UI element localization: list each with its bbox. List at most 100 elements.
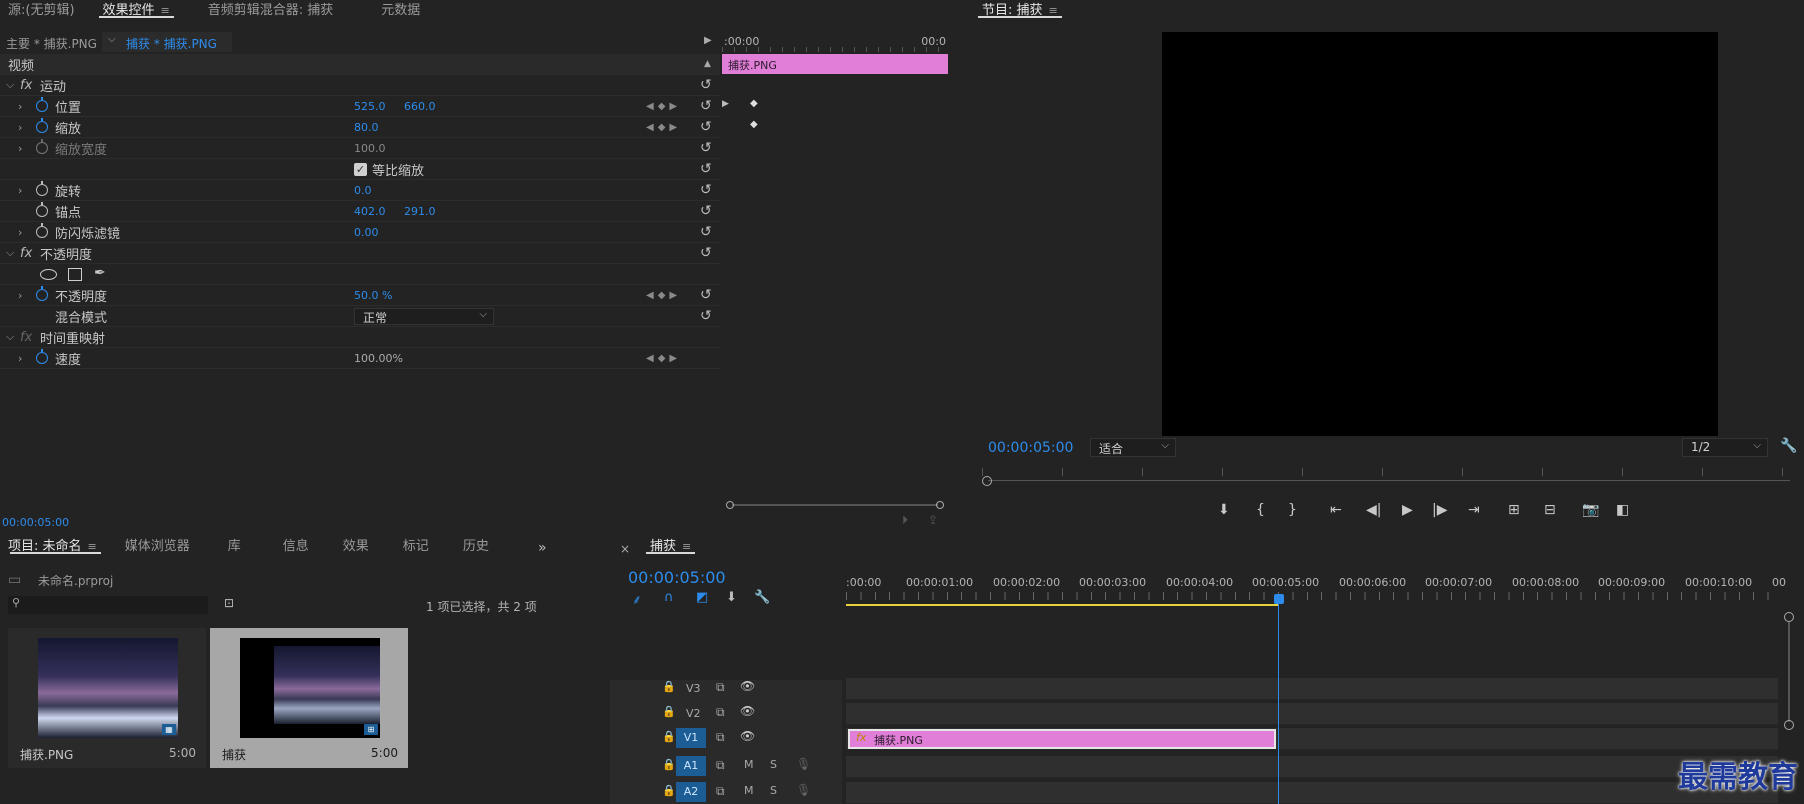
stopwatch-icon[interactable] — [36, 202, 48, 217]
keyframe-nav-icon[interactable]: ◀◆▶ — [646, 353, 681, 364]
ec-zoom-scrollbar[interactable] — [726, 501, 944, 509]
track-label-a1[interactable]: A1 — [676, 756, 706, 776]
scroll-handle-top[interactable] — [1784, 612, 1794, 622]
tab-effect-controls[interactable]: 效果控件 ≡ — [89, 0, 184, 28]
track-label-v1[interactable]: V1 — [676, 728, 706, 748]
reset-icon[interactable]: ↺ — [700, 77, 712, 93]
stopwatch-icon[interactable] — [36, 349, 48, 364]
stopwatch-icon[interactable] — [36, 118, 48, 133]
tab-effects[interactable]: 效果 — [329, 536, 383, 564]
sync-lock-icon[interactable]: ⧉ — [716, 784, 725, 799]
lift-icon[interactable]: ⊞ — [1508, 502, 1520, 518]
settings-wrench-icon[interactable]: 🔧 — [754, 590, 770, 605]
scroll-handle-bottom[interactable] — [1784, 720, 1794, 730]
active-clip-tab[interactable]: ⌵ 捕获 * 捕获.PNG — [102, 32, 232, 52]
lock-icon[interactable]: 🔒 — [662, 758, 676, 771]
chevron-right-icon[interactable]: › — [18, 121, 22, 134]
lock-icon[interactable]: 🔒 — [662, 680, 676, 693]
eye-icon[interactable]: 👁 — [740, 704, 755, 718]
reset-icon[interactable]: ↺ — [700, 224, 712, 240]
track-lane-v2[interactable] — [846, 703, 1778, 725]
lock-icon[interactable]: 🔒 — [662, 730, 676, 743]
fx-badge[interactable]: fx — [20, 246, 32, 261]
microphone-icon[interactable]: 🎙 — [796, 783, 811, 797]
timeline-ruler[interactable]: :00:00 00:00:01:00 00:00:02:00 00:00:03:… — [846, 564, 1786, 608]
tab-history[interactable]: 历史 — [449, 536, 489, 564]
track-lane-v3[interactable] — [846, 678, 1778, 700]
playhead-handle[interactable] — [1274, 594, 1284, 604]
zoom-handle-left[interactable] — [726, 501, 734, 509]
anchor-y-value[interactable]: 291.0 — [404, 205, 436, 218]
project-search-input[interactable]: ⚲ — [8, 596, 208, 614]
add-marker-icon[interactable]: ⬇ — [726, 590, 737, 605]
chevron-down-icon[interactable]: ⌵ — [6, 330, 14, 344]
keyframe-nav-icon[interactable]: ◀◆▶ — [646, 122, 681, 133]
chevron-right-icon[interactable]: › — [18, 184, 22, 197]
collapse-up-icon[interactable]: ▲ — [704, 59, 711, 69]
rotation-value[interactable]: 0.0 — [354, 184, 372, 197]
speed-value[interactable]: 100.00% — [354, 352, 403, 365]
comparison-view-icon[interactable]: ◧ — [1616, 502, 1629, 518]
track-label-v2[interactable]: V2 — [686, 707, 701, 720]
linked-selection-icon[interactable]: ◩ — [696, 590, 708, 605]
work-area-bar[interactable] — [846, 604, 1278, 606]
pen-mask-icon[interactable]: ✒ — [94, 265, 106, 281]
new-bin-from-search-icon[interactable]: ⊡ — [224, 596, 234, 610]
chevron-down-icon[interactable]: ⌵ — [6, 246, 14, 260]
track-label-v3[interactable]: V3 — [686, 682, 701, 695]
step-back-icon[interactable]: ◀| — [1366, 502, 1381, 518]
reset-icon[interactable]: ↺ — [700, 140, 712, 156]
opacity-section-row[interactable]: ⌵ fx 不透明度 ↺ — [0, 243, 720, 264]
program-timecode[interactable]: 00:00:05:00 — [988, 440, 1073, 456]
chevron-right-icon[interactable]: › — [18, 226, 22, 239]
chevron-right-icon[interactable]: › — [18, 352, 22, 365]
mute-button[interactable]: M — [744, 784, 754, 797]
timeline-title-tab[interactable]: 捕获 ≡ — [636, 536, 705, 564]
reset-icon[interactable]: ↺ — [700, 287, 712, 303]
mute-button[interactable]: M — [744, 758, 754, 771]
chevron-right-icon[interactable]: › — [18, 100, 22, 113]
sync-lock-icon[interactable]: ⧉ — [716, 758, 725, 773]
tab-markers[interactable]: 标记 — [389, 536, 443, 564]
reset-icon[interactable]: ↺ — [700, 119, 712, 135]
track-lane-a2[interactable] — [846, 782, 1778, 804]
tab-metadata[interactable]: 元数据 — [367, 0, 434, 28]
ec-clip-bar[interactable]: 捕获.PNG — [722, 54, 948, 74]
motion-section-row[interactable]: ⌵ fx 运动 ↺ — [0, 75, 720, 96]
program-video-frame[interactable] — [1162, 32, 1718, 436]
blend-mode-select[interactable]: 正常 ⌵ — [354, 308, 494, 325]
program-ruler[interactable] — [982, 466, 1790, 488]
fit-select[interactable]: 适合 ⌵ — [1090, 438, 1176, 457]
stopwatch-icon[interactable] — [36, 181, 48, 196]
anchor-x-value[interactable]: 402.0 — [354, 205, 386, 218]
tab-library[interactable]: 库 — [214, 536, 255, 564]
mark-out-icon[interactable]: } — [1288, 502, 1297, 518]
stopwatch-icon[interactable] — [36, 223, 48, 238]
eye-icon[interactable]: 👁 — [740, 729, 755, 743]
reset-icon[interactable]: ↺ — [700, 161, 712, 177]
chevron-down-icon[interactable]: ⌵ — [6, 78, 14, 92]
zoom-handle-right[interactable] — [936, 501, 944, 509]
project-item[interactable]: ⊞ 捕获 5:00 — [210, 628, 408, 768]
tab-media-browser[interactable]: 媒体浏览器 — [111, 536, 204, 564]
nest-sequence-icon[interactable]: ⸙ — [632, 590, 642, 608]
step-forward-icon[interactable]: |▶ — [1432, 502, 1447, 518]
master-clip-label[interactable]: 主要 * 捕获.PNG — [6, 35, 97, 52]
keyframe-diamond-icon[interactable]: ◆ — [750, 119, 758, 130]
export-frame-icon[interactable]: 📷 — [1582, 502, 1599, 518]
resolution-select[interactable]: 1/2 ⌵ — [1682, 438, 1768, 457]
time-remap-section-row[interactable]: ⌵ fx 时间重映射 — [0, 327, 720, 348]
tab-source[interactable]: 源:(无剪辑) — [0, 0, 89, 28]
extract-icon[interactable]: ⊟ — [1544, 502, 1556, 518]
track-lane-a1[interactable] — [846, 756, 1778, 778]
flicker-value[interactable]: 0.00 — [354, 226, 379, 239]
track-label-a2[interactable]: A2 — [676, 782, 706, 802]
position-x-value[interactable]: 525.0 — [354, 100, 386, 113]
keyframe-diamond-icon[interactable]: ◆ — [750, 98, 758, 109]
add-marker-icon[interactable]: ⬇ — [1218, 502, 1230, 518]
reset-icon[interactable]: ↺ — [700, 98, 712, 114]
scale-value[interactable]: 80.0 — [354, 121, 379, 134]
opacity-value[interactable]: 50.0 % — [354, 289, 392, 302]
microphone-icon[interactable]: 🎙 — [796, 757, 811, 771]
reset-icon[interactable]: ↺ — [700, 245, 712, 261]
